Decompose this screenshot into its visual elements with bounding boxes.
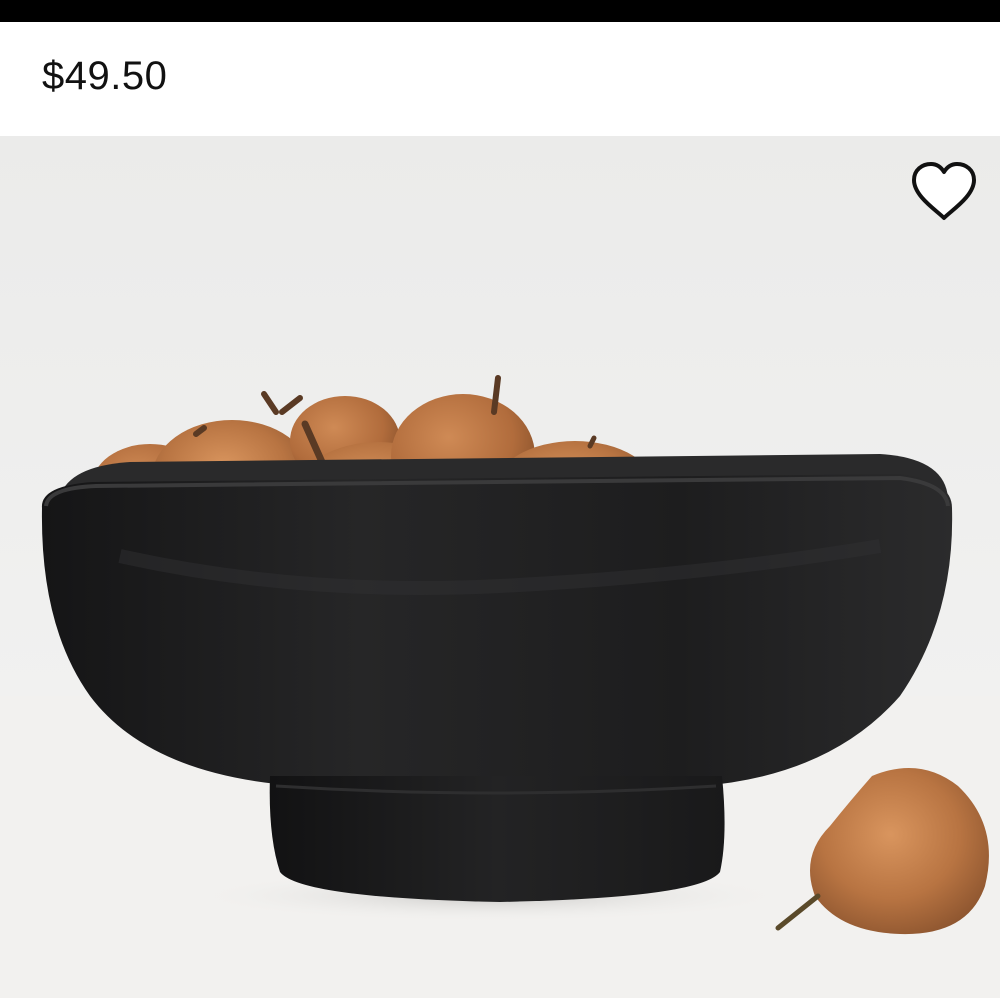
heart-outline-icon [912, 162, 976, 220]
price-header: $49.50 [0, 22, 1000, 136]
favorite-button[interactable] [906, 158, 982, 226]
status-bar [0, 0, 1000, 22]
product-price: $49.50 [42, 54, 168, 98]
bowl-with-pears-illustration [0, 136, 1000, 998]
product-image[interactable] [0, 136, 1000, 998]
